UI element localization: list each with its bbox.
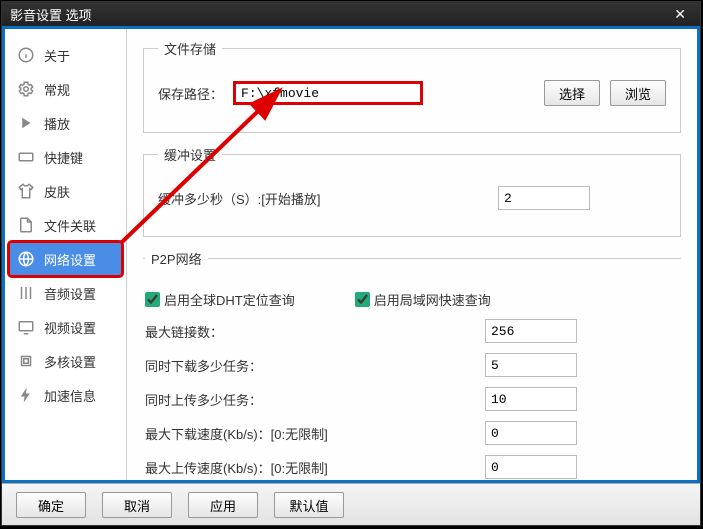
- close-icon[interactable]: ✕: [668, 6, 692, 23]
- sidebar-item-label: 加速信息: [44, 386, 96, 405]
- file-icon: [16, 215, 36, 235]
- sidebar-item-video[interactable]: 视频设置: [10, 311, 121, 343]
- p2p-group: P2P网络 启用全球DHT定位查询 启用局域网快速查询 最大链接数： 同时下载多…: [143, 249, 681, 480]
- storage-legend: 文件存储: [158, 39, 222, 58]
- sidebar-item-accel[interactable]: 加速信息: [10, 379, 121, 411]
- buffer-group: 缓冲设置 缓冲多少秒（S）:[开始播放]: [143, 145, 681, 237]
- apply-button[interactable]: 应用: [188, 492, 258, 518]
- globe-icon: [16, 249, 36, 269]
- defaults-button[interactable]: 默认值: [274, 492, 344, 518]
- sidebar-item-play[interactable]: 播放: [10, 107, 121, 139]
- maxconn-label: 最大链接数：: [145, 322, 475, 341]
- browse-button[interactable]: 浏览: [610, 80, 666, 106]
- sidebar-item-label: 播放: [44, 114, 70, 133]
- maxconn-input[interactable]: [485, 319, 577, 343]
- select-button[interactable]: 选择: [544, 80, 600, 106]
- bolt-icon: [16, 385, 36, 405]
- maxdl-input[interactable]: [485, 421, 577, 445]
- dht-label: 启用全球DHT定位查询: [164, 290, 295, 309]
- monitor-icon: [16, 317, 36, 337]
- sidebar-item-label: 网络设置: [44, 250, 96, 269]
- dht-checkbox[interactable]: 启用全球DHT定位查询: [145, 290, 295, 309]
- maxul-input[interactable]: [485, 455, 577, 479]
- sidebar-item-label: 皮肤: [44, 182, 70, 201]
- sidebar-item-network[interactable]: 网络设置: [10, 243, 121, 275]
- lan-label: 启用局域网快速查询: [374, 290, 491, 309]
- dltasks-label: 同时下载多少任务：: [145, 356, 475, 375]
- sidebar: 关于 常规 播放 快捷键 皮肤 文件关联 网络设置 音频设置 视频设置 多核设置…: [5, 29, 127, 480]
- maxdl-label: 最大下载速度(Kb/s)：[0:无限制]: [145, 424, 475, 443]
- ultasks-input[interactable]: [485, 387, 577, 411]
- cancel-button[interactable]: 取消: [102, 492, 172, 518]
- ok-button[interactable]: 确定: [16, 492, 86, 518]
- play-icon: [16, 113, 36, 133]
- footer: 确定 取消 应用 默认值: [2, 483, 700, 525]
- sidebar-item-about[interactable]: 关于: [10, 39, 121, 71]
- p2p-legend: P2P网络: [145, 249, 208, 268]
- sidebar-item-general[interactable]: 常规: [10, 73, 121, 105]
- buffer-seconds-input[interactable]: [498, 186, 590, 210]
- content-panel: 文件存储 保存路径： 选择 浏览 缓冲设置 缓冲多少秒（S）:[开始播放] P2…: [127, 29, 697, 480]
- shirt-icon: [16, 181, 36, 201]
- sidebar-item-fileassoc[interactable]: 文件关联: [10, 209, 121, 241]
- lan-checkbox[interactable]: 启用局域网快速查询: [355, 290, 491, 309]
- path-label: 保存路径：: [158, 84, 223, 103]
- cpu-icon: [16, 351, 36, 371]
- sidebar-item-hotkeys[interactable]: 快捷键: [10, 141, 121, 173]
- maxul-label: 最大上传速度(Kb/s)：[0:无限制]: [145, 458, 475, 477]
- window-title: 影音设置 选项: [10, 5, 92, 24]
- sidebar-item-label: 关于: [44, 46, 70, 65]
- gear-icon: [16, 79, 36, 99]
- sidebar-item-audio[interactable]: 音频设置: [10, 277, 121, 309]
- sidebar-item-skin[interactable]: 皮肤: [10, 175, 121, 207]
- sidebar-item-label: 音频设置: [44, 284, 96, 303]
- storage-group: 文件存储 保存路径： 选择 浏览: [143, 39, 681, 133]
- dht-checkbox-input[interactable]: [145, 292, 160, 307]
- titlebar: 影音设置 选项 ✕: [2, 2, 700, 26]
- buffer-label: 缓冲多少秒（S）:[开始播放]: [158, 189, 488, 208]
- lan-checkbox-input[interactable]: [355, 292, 370, 307]
- sidebar-item-label: 文件关联: [44, 216, 96, 235]
- sidebar-item-label: 常规: [44, 80, 70, 99]
- buffer-legend: 缓冲设置: [158, 145, 222, 164]
- sidebar-item-label: 快捷键: [44, 148, 83, 167]
- sliders-icon: [16, 283, 36, 303]
- sidebar-item-label: 多核设置: [44, 352, 96, 371]
- sidebar-item-multicore[interactable]: 多核设置: [10, 345, 121, 377]
- ultasks-label: 同时上传多少任务：: [145, 390, 475, 409]
- keyboard-icon: [16, 147, 36, 167]
- dltasks-input[interactable]: [485, 353, 577, 377]
- info-icon: [16, 45, 36, 65]
- save-path-input[interactable]: [233, 81, 423, 105]
- sidebar-item-label: 视频设置: [44, 318, 96, 337]
